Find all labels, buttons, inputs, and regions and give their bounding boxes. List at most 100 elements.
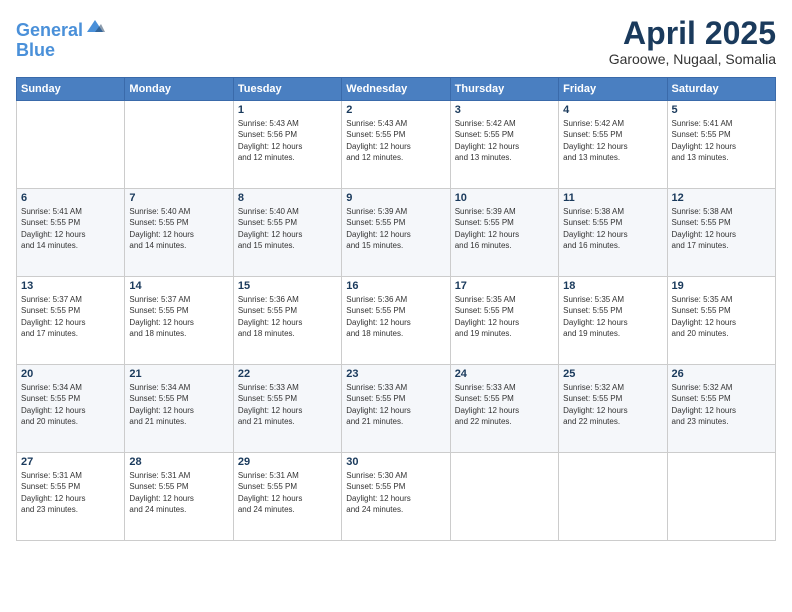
subtitle: Garoowe, Nugaal, Somalia <box>609 51 776 67</box>
day-number: 30 <box>346 456 445 468</box>
day-number: 2 <box>346 104 445 116</box>
calendar-week-row: 6Sunrise: 5:41 AM Sunset: 5:55 PM Daylig… <box>17 189 776 277</box>
weekday-header: Thursday <box>450 78 558 101</box>
day-number: 11 <box>563 192 662 204</box>
day-info: Sunrise: 5:30 AM Sunset: 5:55 PM Dayligh… <box>346 470 445 515</box>
day-info: Sunrise: 5:31 AM Sunset: 5:55 PM Dayligh… <box>129 470 228 515</box>
calendar-cell: 16 Sunrise: 5:36 AM Sunset: 5:55 PM Dayli… <box>342 277 450 365</box>
day-info: Sunrise: 5:33 AM Sunset: 5:55 PM Dayligh… <box>238 382 337 427</box>
calendar-cell: 1 Sunrise: 5:43 AM Sunset: 5:56 PM Daylig… <box>233 101 341 189</box>
calendar-week-row: 20 Sunrise: 5:34 AM Sunset: 5:55 PM Dayli… <box>17 365 776 453</box>
calendar-cell: 12Sunrise: 5:38 AM Sunset: 5:55 PM Dayli… <box>667 189 775 277</box>
calendar-cell: 26 Sunrise: 5:32 AM Sunset: 5:55 PM Dayli… <box>667 365 775 453</box>
logo-line1: General <box>16 20 83 40</box>
day-info: Sunrise: 5:40 AM Sunset: 5:55 PM Dayligh… <box>129 206 228 251</box>
day-number: 28 <box>129 456 228 468</box>
day-number: 10 <box>455 192 554 204</box>
calendar-week-row: 1 Sunrise: 5:43 AM Sunset: 5:56 PM Daylig… <box>17 101 776 189</box>
calendar-cell: 22 Sunrise: 5:33 AM Sunset: 5:55 PM Dayli… <box>233 365 341 453</box>
calendar-cell: 27 Sunrise: 5:31 AM Sunset: 5:55 PM Dayli… <box>17 453 125 541</box>
calendar-cell: 11 Sunrise: 5:38 AM Sunset: 5:55 PM Dayli… <box>559 189 667 277</box>
day-number: 29 <box>238 456 337 468</box>
day-number: 27 <box>21 456 120 468</box>
weekday-header: Saturday <box>667 78 775 101</box>
day-info: Sunrise: 5:35 AM Sunset: 5:55 PM Dayligh… <box>563 294 662 339</box>
day-number: 14 <box>129 280 228 292</box>
day-info: Sunrise: 5:35 AM Sunset: 5:55 PM Dayligh… <box>672 294 771 339</box>
day-number: 22 <box>238 368 337 380</box>
calendar-table: SundayMondayTuesdayWednesdayThursdayFrid… <box>16 77 776 541</box>
calendar-cell: 25 Sunrise: 5:32 AM Sunset: 5:55 PM Dayli… <box>559 365 667 453</box>
day-info: Sunrise: 5:31 AM Sunset: 5:55 PM Dayligh… <box>238 470 337 515</box>
day-info: Sunrise: 5:41 AM Sunset: 5:55 PM Dayligh… <box>672 118 771 163</box>
day-info: Sunrise: 5:43 AM Sunset: 5:56 PM Dayligh… <box>238 118 337 163</box>
calendar-cell: 18 Sunrise: 5:35 AM Sunset: 5:55 PM Dayli… <box>559 277 667 365</box>
weekday-header: Monday <box>125 78 233 101</box>
day-number: 7 <box>129 192 228 204</box>
day-number: 26 <box>672 368 771 380</box>
day-info: Sunrise: 5:36 AM Sunset: 5:55 PM Dayligh… <box>238 294 337 339</box>
day-info: Sunrise: 5:34 AM Sunset: 5:55 PM Dayligh… <box>129 382 228 427</box>
calendar-header-row: SundayMondayTuesdayWednesdayThursdayFrid… <box>17 78 776 101</box>
calendar-cell: 21 Sunrise: 5:34 AM Sunset: 5:55 PM Dayli… <box>125 365 233 453</box>
calendar-cell: 14 Sunrise: 5:37 AM Sunset: 5:55 PM Dayli… <box>125 277 233 365</box>
calendar-cell: 6Sunrise: 5:41 AM Sunset: 5:55 PM Daylig… <box>17 189 125 277</box>
day-info: Sunrise: 5:31 AM Sunset: 5:55 PM Dayligh… <box>21 470 120 515</box>
calendar-cell: 10 Sunrise: 5:39 AM Sunset: 5:55 PM Dayli… <box>450 189 558 277</box>
calendar-cell: 24Sunrise: 5:33 AM Sunset: 5:55 PM Dayli… <box>450 365 558 453</box>
calendar-cell: 19 Sunrise: 5:35 AM Sunset: 5:55 PM Dayli… <box>667 277 775 365</box>
day-info: Sunrise: 5:37 AM Sunset: 5:55 PM Dayligh… <box>21 294 120 339</box>
calendar-cell: 4Sunrise: 5:42 AM Sunset: 5:55 PM Daylig… <box>559 101 667 189</box>
calendar-cell: 2Sunrise: 5:43 AM Sunset: 5:55 PM Daylig… <box>342 101 450 189</box>
day-number: 5 <box>672 104 771 116</box>
calendar-cell: 29 Sunrise: 5:31 AM Sunset: 5:55 PM Dayli… <box>233 453 341 541</box>
main-title: April 2025 <box>609 16 776 51</box>
day-number: 23 <box>346 368 445 380</box>
day-number: 16 <box>346 280 445 292</box>
calendar-cell: 28 Sunrise: 5:31 AM Sunset: 5:55 PM Dayli… <box>125 453 233 541</box>
calendar-cell <box>667 453 775 541</box>
day-info: Sunrise: 5:33 AM Sunset: 5:55 PM Dayligh… <box>346 382 445 427</box>
day-number: 8 <box>238 192 337 204</box>
day-number: 1 <box>238 104 337 116</box>
day-info: Sunrise: 5:35 AM Sunset: 5:55 PM Dayligh… <box>455 294 554 339</box>
day-number: 13 <box>21 280 120 292</box>
calendar-cell: 5 Sunrise: 5:41 AM Sunset: 5:55 PM Daylig… <box>667 101 775 189</box>
day-number: 21 <box>129 368 228 380</box>
calendar-cell <box>559 453 667 541</box>
weekday-header: Friday <box>559 78 667 101</box>
day-info: Sunrise: 5:37 AM Sunset: 5:55 PM Dayligh… <box>129 294 228 339</box>
day-info: Sunrise: 5:36 AM Sunset: 5:55 PM Dayligh… <box>346 294 445 339</box>
calendar-cell: 8 Sunrise: 5:40 AM Sunset: 5:55 PM Daylig… <box>233 189 341 277</box>
day-number: 20 <box>21 368 120 380</box>
day-info: Sunrise: 5:42 AM Sunset: 5:55 PM Dayligh… <box>563 118 662 163</box>
weekday-header: Tuesday <box>233 78 341 101</box>
calendar-cell <box>17 101 125 189</box>
logo-line2: Blue <box>16 40 55 60</box>
day-number: 25 <box>563 368 662 380</box>
calendar-cell: 13 Sunrise: 5:37 AM Sunset: 5:55 PM Dayli… <box>17 277 125 365</box>
day-number: 3 <box>455 104 554 116</box>
logo-text: General Blue <box>16 16 105 61</box>
day-number: 12 <box>672 192 771 204</box>
day-info: Sunrise: 5:42 AM Sunset: 5:55 PM Dayligh… <box>455 118 554 163</box>
day-info: Sunrise: 5:38 AM Sunset: 5:55 PM Dayligh… <box>563 206 662 251</box>
day-info: Sunrise: 5:32 AM Sunset: 5:55 PM Dayligh… <box>672 382 771 427</box>
day-number: 18 <box>563 280 662 292</box>
logo-icon <box>85 16 105 36</box>
day-info: Sunrise: 5:32 AM Sunset: 5:55 PM Dayligh… <box>563 382 662 427</box>
page: General Blue April 2025 Garoowe, Nugaal,… <box>0 0 792 612</box>
day-info: Sunrise: 5:39 AM Sunset: 5:55 PM Dayligh… <box>455 206 554 251</box>
title-block: April 2025 Garoowe, Nugaal, Somalia <box>609 16 776 67</box>
day-info: Sunrise: 5:40 AM Sunset: 5:55 PM Dayligh… <box>238 206 337 251</box>
day-info: Sunrise: 5:33 AM Sunset: 5:55 PM Dayligh… <box>455 382 554 427</box>
calendar-cell: 23 Sunrise: 5:33 AM Sunset: 5:55 PM Dayli… <box>342 365 450 453</box>
day-info: Sunrise: 5:34 AM Sunset: 5:55 PM Dayligh… <box>21 382 120 427</box>
calendar-cell: 20 Sunrise: 5:34 AM Sunset: 5:55 PM Dayli… <box>17 365 125 453</box>
day-number: 19 <box>672 280 771 292</box>
day-number: 9 <box>346 192 445 204</box>
day-number: 17 <box>455 280 554 292</box>
weekday-header: Sunday <box>17 78 125 101</box>
calendar-cell <box>125 101 233 189</box>
day-info: Sunrise: 5:39 AM Sunset: 5:55 PM Dayligh… <box>346 206 445 251</box>
